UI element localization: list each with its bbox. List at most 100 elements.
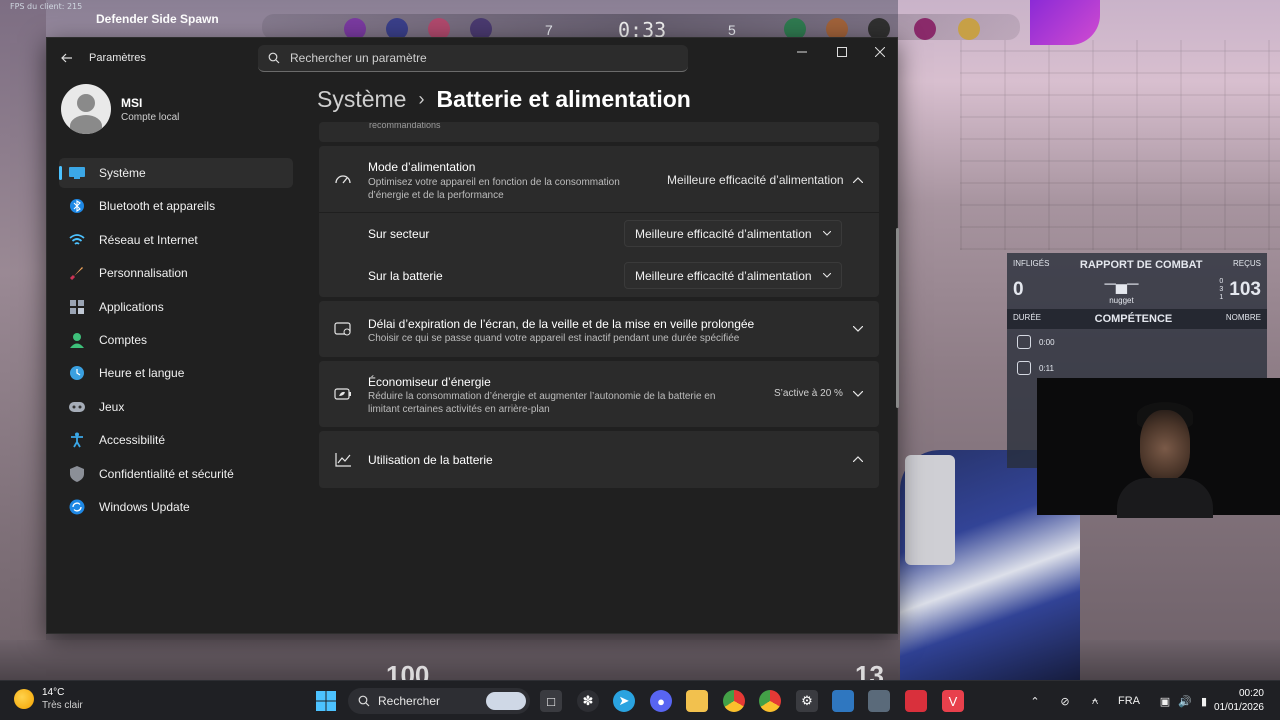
chevron-up-icon[interactable] [851,173,865,187]
back-button[interactable] [55,46,79,70]
avatar [61,84,111,134]
sidebar-item-bluetooth[interactable]: Bluetooth et appareils [59,191,293,221]
file-explorer-icon[interactable] [686,690,708,712]
power-mode-value: Meilleure efficacité d’alimentation [667,173,844,187]
power-mode-title: Mode d’alimentation [368,160,476,174]
weather-widget[interactable]: 14°C Très clair [14,687,83,711]
breadcrumb: Système › Batterie et alimentation [317,86,691,113]
bluetooth-icon [69,198,85,214]
minimize-button[interactable] [783,38,821,66]
received-detail: 3 [1219,286,1224,293]
taskbar: 14°C Très clair Rechercher □ ✽ ➤ ● ⚙ V ⌃… [0,680,1280,720]
game-brick-wall [960,40,1280,250]
sidebar-item-windows-update[interactable]: Windows Update [59,492,293,522]
maximize-icon [837,47,847,57]
enemy-score: 5 [728,22,736,38]
enemy-agent-icon [958,18,980,40]
weather-moon-icon [14,689,34,709]
weather-desc: Très clair [42,700,83,711]
received-value: 103 [1229,279,1261,300]
webcam-person-face [1140,410,1190,480]
page-title: Batterie et alimentation [436,86,691,112]
calculator-icon[interactable] [868,690,890,712]
game-weapon-head [905,455,955,565]
chevron-down-icon [851,387,865,401]
battery-saver-card[interactable]: Économiseur d’énergie Réduire la consomm… [319,361,879,427]
received-detail: 1 [1219,294,1224,301]
title-bar: Paramètres Rechercher un paramètre [47,38,897,78]
sidebar-item-accessibilite[interactable]: Accessibilité [59,425,293,455]
battery-saver-status: S’active à 20 % [774,388,843,399]
sidebar-item-heure-langue[interactable]: Heure et langue [59,358,293,388]
sidebar-item-reseau[interactable]: Réseau et Internet [59,225,293,255]
weapon-owner: nugget [1109,295,1134,305]
battery-usage-title: Utilisation de la batterie [368,453,493,467]
language-indicator[interactable]: FRA [1118,695,1140,707]
clock-time: 00:20 [1238,688,1264,699]
accessibility-icon [69,432,85,448]
sidebar-item-systeme[interactable]: Système [59,158,293,188]
chevron-down-icon [823,231,831,236]
valorant-icon[interactable]: V [942,690,964,712]
sidebar-item-comptes[interactable]: Comptes [59,325,293,355]
sidebar-item-personnalisation[interactable]: Personnalisation [59,258,293,288]
on-ac-dropdown[interactable]: Meilleure efficacité d’alimentation [624,220,842,247]
on-battery-value: Meilleure efficacité d’alimentation [635,268,812,283]
battery-usage-card[interactable]: Utilisation de la batterie [319,431,879,488]
taskbar-search-label: Rechercher [378,694,441,708]
store-icon[interactable] [832,690,854,712]
search-highlight-image [486,692,526,710]
chevron-up-icon[interactable]: ⌃ [1028,695,1042,708]
camera-off-icon[interactable]: ⊘ [1052,695,1078,708]
content-scrollbar[interactable] [896,228,899,408]
received-detail: 0 [1219,278,1224,285]
on-ac-value: Meilleure efficacité d’alimentation [635,226,812,241]
task-view-icon[interactable]: □ [540,690,562,712]
maximize-button[interactable] [823,38,861,66]
settings-content: recommandations Mode d’alimentation Opti… [319,122,879,635]
volume-icon[interactable]: 🔊 [1176,695,1194,708]
settings-gear-icon[interactable]: ⚙ [796,690,818,712]
app-red-icon[interactable] [905,690,927,712]
power-mode-header[interactable]: Mode d’alimentation Optimisez votre appa… [319,146,879,212]
sidebar-item-label: Bluetooth et appareils [99,199,216,214]
settings-window: Paramètres Rechercher un paramètre MSI C… [46,37,899,635]
chevron-up-icon[interactable] [851,452,865,466]
windows-logo-icon [316,691,336,711]
app-icon[interactable]: ✽ [577,690,599,712]
start-button[interactable] [315,690,337,712]
network-icon[interactable]: ▣ [1154,695,1176,708]
breadcrumb-parent[interactable]: Système [317,86,406,113]
sidebar-item-jeux[interactable]: Jeux [59,392,293,422]
chrome-icon[interactable] [759,690,781,712]
power-gauge-icon [334,170,352,188]
sidebar-item-applications[interactable]: Applications [59,292,293,322]
back-arrow-icon [61,53,72,63]
on-battery-dropdown[interactable]: Meilleure efficacité d’alimentation [624,262,842,289]
duration-label: DURÉE [1013,313,1042,322]
microphone-icon[interactable]: ⍲ [1084,695,1106,708]
settings-search-input[interactable]: Rechercher un paramètre [258,45,688,72]
sidebar-item-confidentialite[interactable]: Confidentialité et sécurité [59,459,293,489]
taskbar-search[interactable]: Rechercher [348,688,530,714]
clock[interactable]: 00:20 01/01/2026 [1208,687,1264,715]
power-mode-subtitle: Optimisez votre appareil en fonction de … [368,177,620,201]
chevron-right-icon: › [418,89,425,109]
screen-timeout-card[interactable]: Délai d’expiration de l’écran, de la vei… [319,301,879,357]
spawn-label: Defender Side Spawn [96,12,219,26]
sidebar-item-label: Personnalisation [99,266,188,281]
brush-icon [69,265,85,281]
previous-card: recommandations [319,122,879,142]
system-tray: ⌃ ⊘ ⍲ FRA ▣ 🔊 ▮ [1028,681,1214,720]
telegram-icon[interactable]: ➤ [613,690,635,712]
line-chart-icon [334,451,352,469]
count-label: NOMBRE [1225,313,1261,322]
screen-timeout-title: Délai d’expiration de l’écran, de la vei… [368,317,755,331]
chrome-icon[interactable] [723,690,745,712]
close-button[interactable] [861,38,899,66]
user-profile[interactable]: MSI Compte local [61,84,179,134]
previous-card-text: recommandations [369,122,441,130]
discord-icon[interactable]: ● [650,690,672,712]
chevron-down-icon [851,322,865,336]
app-title: Paramètres [89,52,146,64]
